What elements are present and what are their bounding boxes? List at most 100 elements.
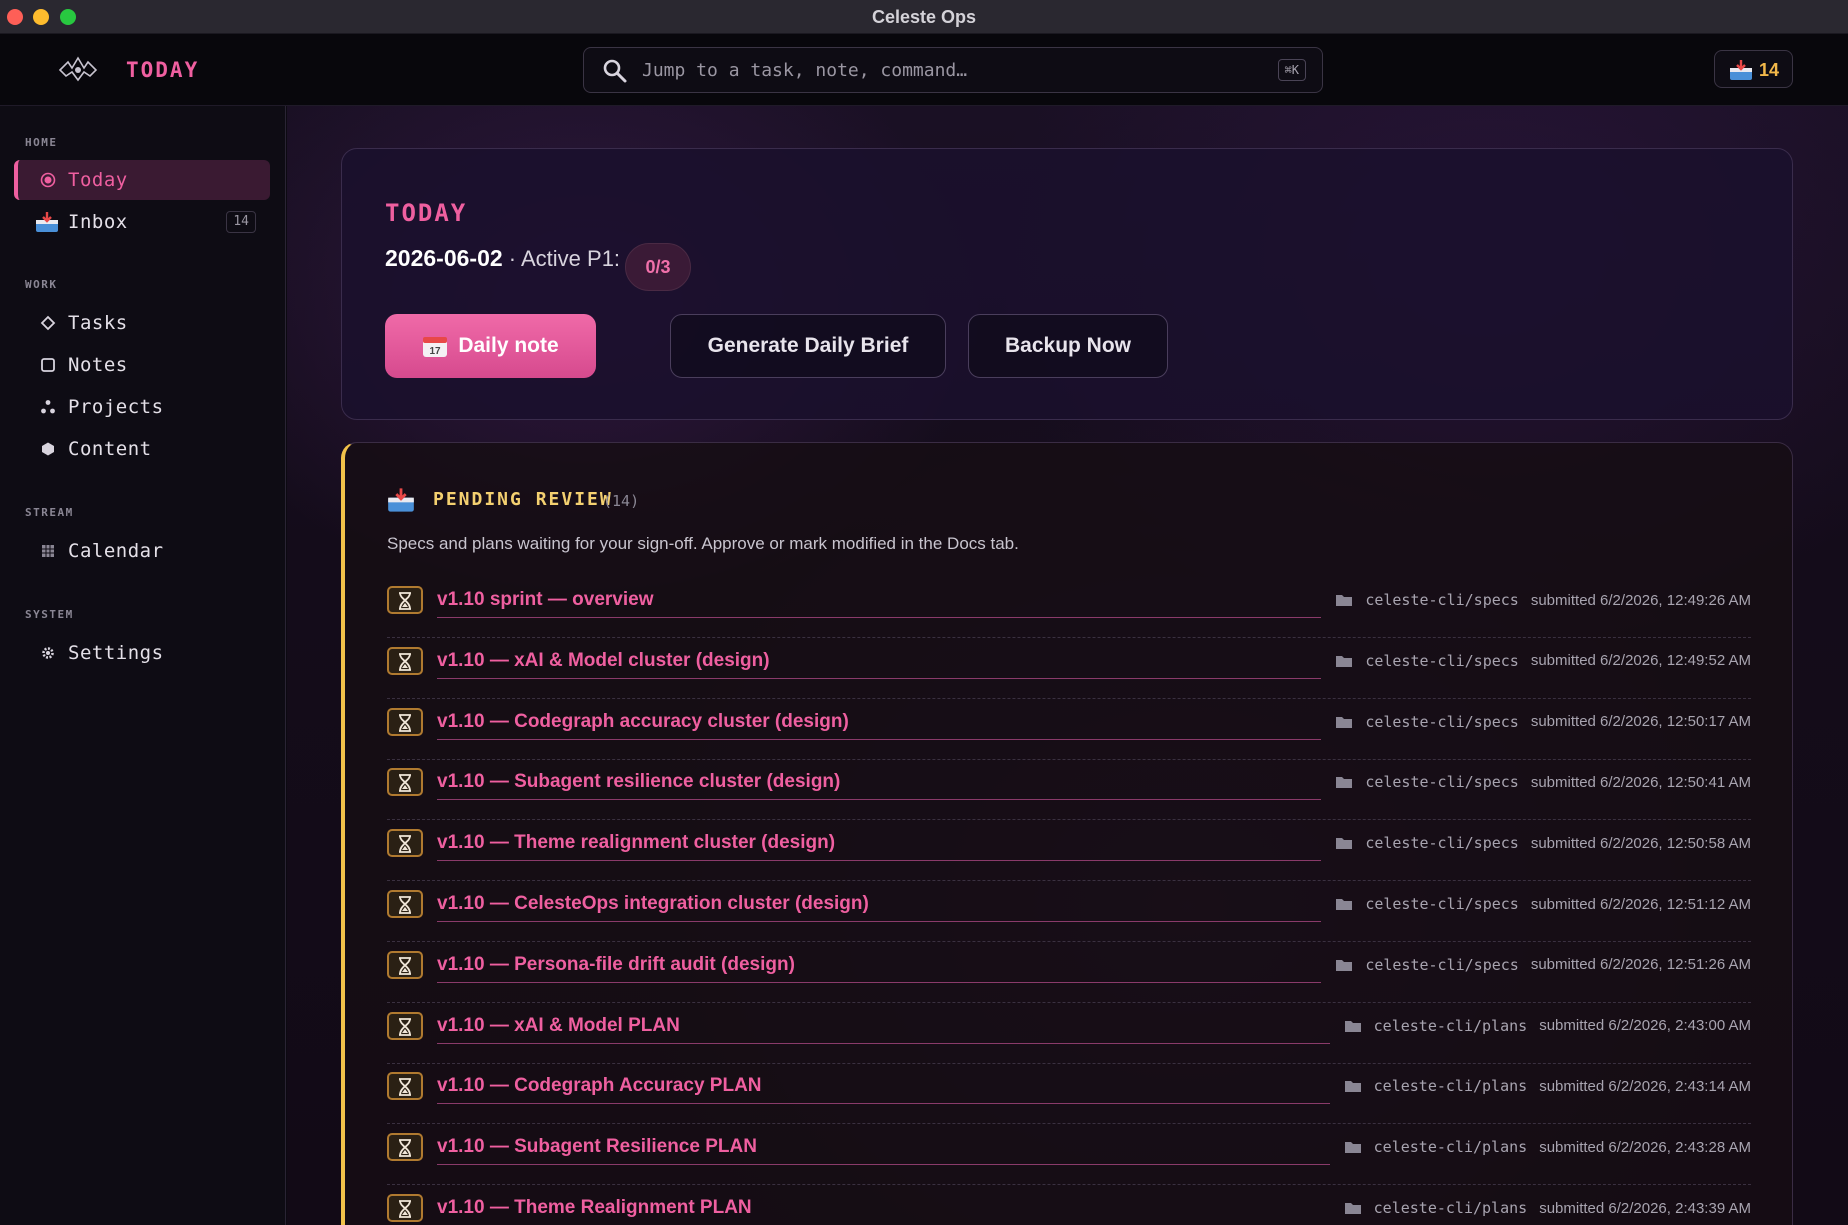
review-item-submitted: submitted 6/2/2026, 12:51:26 AM: [1530, 956, 1751, 974]
review-item-row[interactable]: v1.10 — Subagent resilience cluster (des…: [387, 759, 1751, 821]
sidebar-item-label: Today: [68, 169, 128, 191]
sidebar-item-notes[interactable]: Notes: [14, 345, 270, 385]
sidebar-item-today[interactable]: Today: [14, 160, 270, 200]
review-item-meta: celeste-cli/plans submitted 6/2/2026, 2:4…: [1344, 1138, 1751, 1156]
review-item-submitted: submitted 6/2/2026, 2:43:39 AM: [1539, 1199, 1751, 1217]
review-item-underline: [437, 799, 1321, 801]
review-item-row[interactable]: v1.10 — Codegraph Accuracy PLAN celeste-c…: [387, 1063, 1751, 1125]
review-item-link[interactable]: v1.10 — xAI & Model cluster (design): [437, 650, 770, 672]
review-item-underline: [437, 738, 1321, 740]
search-icon: [603, 59, 627, 83]
date-line: 2026-06-02 · Active P1:: [385, 245, 620, 272]
search-input[interactable]: [642, 48, 1242, 92]
folder-icon: [1336, 838, 1353, 850]
square-icon: [41, 358, 55, 372]
review-item-meta: celeste-cli/specs submitted 6/2/2026, 12:…: [1335, 713, 1751, 731]
today-card: TODAY 2026-06-02 · Active P1: 0/3 17 Dai…: [341, 148, 1793, 420]
review-item-row[interactable]: v1.10 — Theme realignment cluster (desig…: [387, 820, 1751, 882]
sidebar-item-label: Settings: [68, 642, 164, 664]
hourglass-icon: [387, 829, 423, 858]
review-item-row[interactable]: v1.10 — Theme Realignment PLAN celeste-cl…: [387, 1185, 1751, 1225]
sidebar-item-settings[interactable]: Settings: [14, 633, 270, 673]
main-content: TODAY 2026-06-02 · Active P1: 0/3 17 Dai…: [287, 106, 1848, 1225]
sidebar-item-calendar[interactable]: Calendar: [14, 531, 270, 571]
review-item-link[interactable]: v1.10 — Codegraph accuracy cluster (desi…: [437, 711, 849, 733]
review-item-link[interactable]: v1.10 — Subagent Resilience PLAN: [437, 1136, 757, 1158]
sidebar-item-label: Projects: [68, 396, 164, 418]
inbox-tray-icon: [1730, 60, 1752, 80]
sidebar-item-content[interactable]: Content: [14, 429, 270, 469]
review-item-row[interactable]: v1.10 — xAI & Model cluster (design) cele…: [387, 638, 1751, 699]
command-search[interactable]: ⌘K: [583, 47, 1323, 93]
review-item-row[interactable]: v1.10 — xAI & Model PLAN celeste-cli/plan…: [387, 1003, 1751, 1064]
inbox-tray-icon: [388, 488, 414, 512]
review-item-row[interactable]: v1.10 — CelesteOps integration cluster (…: [387, 881, 1751, 942]
app-logo-icon[interactable]: [56, 54, 100, 86]
review-item-submitted: submitted 6/2/2026, 12:50:41 AM: [1530, 773, 1751, 791]
sidebar-item-label: Notes: [68, 354, 128, 376]
review-item-row[interactable]: v1.10 — Codegraph accuracy cluster (desi…: [387, 699, 1751, 760]
daily-note-label: Daily note: [458, 334, 559, 357]
folder-icon: [1344, 1203, 1361, 1214]
hourglass-icon: [387, 1194, 423, 1222]
window-title: Celeste Ops: [871, 7, 977, 27]
review-item-path: celeste-cli/specs: [1365, 712, 1519, 731]
active-p1-badge: 0/3: [625, 243, 691, 291]
app-window: Celeste Ops TODAY ⌘K 14 HOME: [0, 0, 1848, 1225]
inbox-count-badge: 14: [226, 211, 256, 233]
review-item-row[interactable]: v1.10 — Subagent Resilience PLAN celeste-…: [387, 1124, 1751, 1186]
hourglass-icon: [387, 1011, 423, 1040]
pending-review-count: (14): [603, 492, 640, 510]
calendar-grid-icon: [42, 545, 54, 557]
review-item-submitted: submitted 6/2/2026, 2:43:28 AM: [1539, 1138, 1751, 1156]
review-item-path: celeste-cli/plans: [1373, 1077, 1528, 1096]
review-item-link[interactable]: v1.10 — xAI & Model PLAN: [437, 1015, 680, 1037]
review-item-row[interactable]: v1.10 sprint — overview celeste-cli/specs…: [387, 577, 1751, 638]
review-item-meta: celeste-cli/specs submitted 6/2/2026, 12:…: [1335, 956, 1751, 974]
sidebar-section-work: WORK: [25, 278, 58, 291]
sidebar-item-label: Calendar: [68, 540, 164, 562]
hourglass-icon: [387, 646, 423, 675]
review-item-submitted: submitted 6/2/2026, 2:43:00 AM: [1539, 1017, 1751, 1035]
review-item-submitted: submitted 6/2/2026, 12:49:26 AM: [1530, 591, 1751, 609]
active-p1-label: · Active P1:: [502, 246, 621, 271]
top-bar: TODAY ⌘K 14: [0, 34, 1848, 106]
folder-icon: [1336, 959, 1353, 971]
review-item-underline: [437, 981, 1321, 983]
review-item-path: celeste-cli/specs: [1365, 834, 1519, 853]
hourglass-icon: [387, 890, 423, 918]
review-item-link[interactable]: v1.10 — Codegraph Accuracy PLAN: [437, 1075, 762, 1097]
sidebar-item-projects[interactable]: Projects: [14, 387, 270, 427]
review-item-row[interactable]: v1.10 — Persona-file drift audit (design…: [387, 942, 1751, 1003]
review-item-link[interactable]: v1.10 sprint — overview: [437, 589, 654, 611]
review-item-path: celeste-cli/plans: [1373, 1016, 1528, 1035]
generate-daily-brief-button[interactable]: Generate Daily Brief: [670, 314, 946, 378]
inbox-badge-button[interactable]: 14: [1714, 50, 1793, 88]
current-date: 2026-06-02: [385, 245, 503, 271]
review-item-meta: celeste-cli/specs submitted 6/2/2026, 12:…: [1335, 895, 1751, 913]
generate-daily-brief-label: Generate Daily Brief: [707, 334, 909, 357]
review-item-path: celeste-cli/specs: [1365, 773, 1519, 792]
review-item-meta: celeste-cli/specs submitted 6/2/2026, 12:…: [1335, 834, 1751, 852]
backup-now-button[interactable]: Backup Now: [968, 314, 1168, 378]
review-item-underline: [437, 921, 1321, 922]
hourglass-icon: [387, 586, 423, 614]
folder-icon: [1336, 595, 1353, 606]
sidebar-item-tasks[interactable]: Tasks: [14, 303, 270, 343]
review-item-link[interactable]: v1.10 — Theme realignment cluster (desig…: [437, 832, 835, 854]
sidebar-item-inbox[interactable]: Inbox 14: [14, 202, 270, 242]
review-item-path: celeste-cli/specs: [1365, 591, 1519, 609]
review-item-path: celeste-cli/specs: [1365, 895, 1519, 913]
daily-note-button[interactable]: 17 Daily note: [385, 314, 596, 378]
review-item-submitted: submitted 6/2/2026, 2:43:14 AM: [1539, 1077, 1751, 1095]
review-item-link[interactable]: v1.10 — Theme Realignment PLAN: [437, 1197, 752, 1219]
review-item-submitted: submitted 6/2/2026, 12:50:17 AM: [1530, 713, 1751, 731]
review-item-submitted: submitted 6/2/2026, 12:50:58 AM: [1530, 834, 1751, 852]
inbox-badge-count: 14: [1759, 60, 1780, 80]
review-item-link[interactable]: v1.10 — Persona-file drift audit (design…: [437, 954, 795, 976]
hourglass-icon: [387, 707, 423, 736]
review-item-link[interactable]: v1.10 — Subagent resilience cluster (des…: [437, 771, 840, 793]
review-item-link[interactable]: v1.10 — CelesteOps integration cluster (…: [437, 893, 869, 915]
folder-icon: [1344, 1081, 1361, 1093]
hourglass-icon: [387, 1133, 423, 1162]
